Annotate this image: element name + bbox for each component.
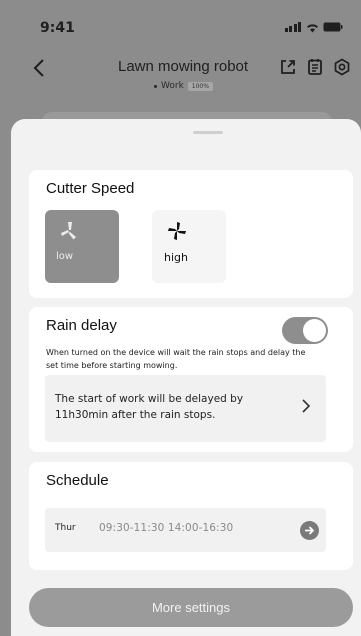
- settings-gear-icon[interactable]: [333, 58, 351, 76]
- speed-option-low[interactable]: low: [45, 210, 119, 283]
- cutter-speed-card: Cutter Speed low high: [29, 170, 353, 298]
- rain-delay-title: Rain delay: [46, 317, 117, 334]
- rain-delay-toggle[interactable]: [282, 317, 328, 344]
- speed-high-label: high: [164, 251, 188, 264]
- status-dot: [154, 84, 157, 88]
- arrow-right-circle-icon[interactable]: [300, 521, 319, 540]
- speed-option-high[interactable]: high: [152, 210, 226, 283]
- page-title: Lawn mowing robot: [118, 58, 249, 75]
- schedule-day: Thur: [55, 523, 76, 533]
- schedule-row[interactable]: Thur 09:30-11:30 14:00-16:30: [45, 508, 326, 552]
- log-icon[interactable]: [306, 58, 324, 76]
- rain-delay-text: The start of work will be delayed by 11h…: [55, 393, 244, 421]
- toggle-knob: [303, 319, 326, 342]
- battery-icon: [323, 22, 343, 32]
- nav-bar: Lawn mowing robot Work 100%: [0, 54, 361, 98]
- schedule-times: 09:30-11:30 14:00-16:30: [99, 522, 234, 534]
- status-bar: 9:41: [0, 0, 361, 48]
- fan-low-icon: [59, 220, 81, 242]
- schedule-card: Schedule Thur 09:30-11:30 14:00-16:30: [29, 462, 353, 570]
- back-arrow-icon[interactable]: [32, 58, 48, 78]
- fan-high-icon: [166, 220, 188, 242]
- more-settings-button[interactable]: More settings: [29, 588, 353, 627]
- status-time: 9:41: [40, 20, 75, 36]
- status-icons: [284, 22, 344, 33]
- schedule-title: Schedule: [46, 472, 109, 489]
- rain-delay-setting[interactable]: The start of work will be delayed by 11h…: [45, 375, 326, 442]
- sheet-grabber[interactable]: [193, 131, 223, 134]
- cutter-speed-title: Cutter Speed: [46, 180, 135, 197]
- signal-icon: [284, 22, 301, 32]
- speed-low-label: low: [56, 251, 74, 262]
- battery-badge: 100%: [187, 81, 213, 91]
- share-icon[interactable]: [279, 58, 297, 76]
- wifi-icon: [306, 23, 318, 33]
- device-status: Work 100%: [154, 81, 213, 91]
- nav-actions: [279, 58, 351, 76]
- work-status: Work: [161, 81, 184, 91]
- chevron-right-icon: [300, 397, 312, 415]
- rain-delay-card: Rain delay When turned on the device wil…: [29, 307, 353, 452]
- rain-delay-description: When turned on the device will wait the …: [46, 348, 306, 370]
